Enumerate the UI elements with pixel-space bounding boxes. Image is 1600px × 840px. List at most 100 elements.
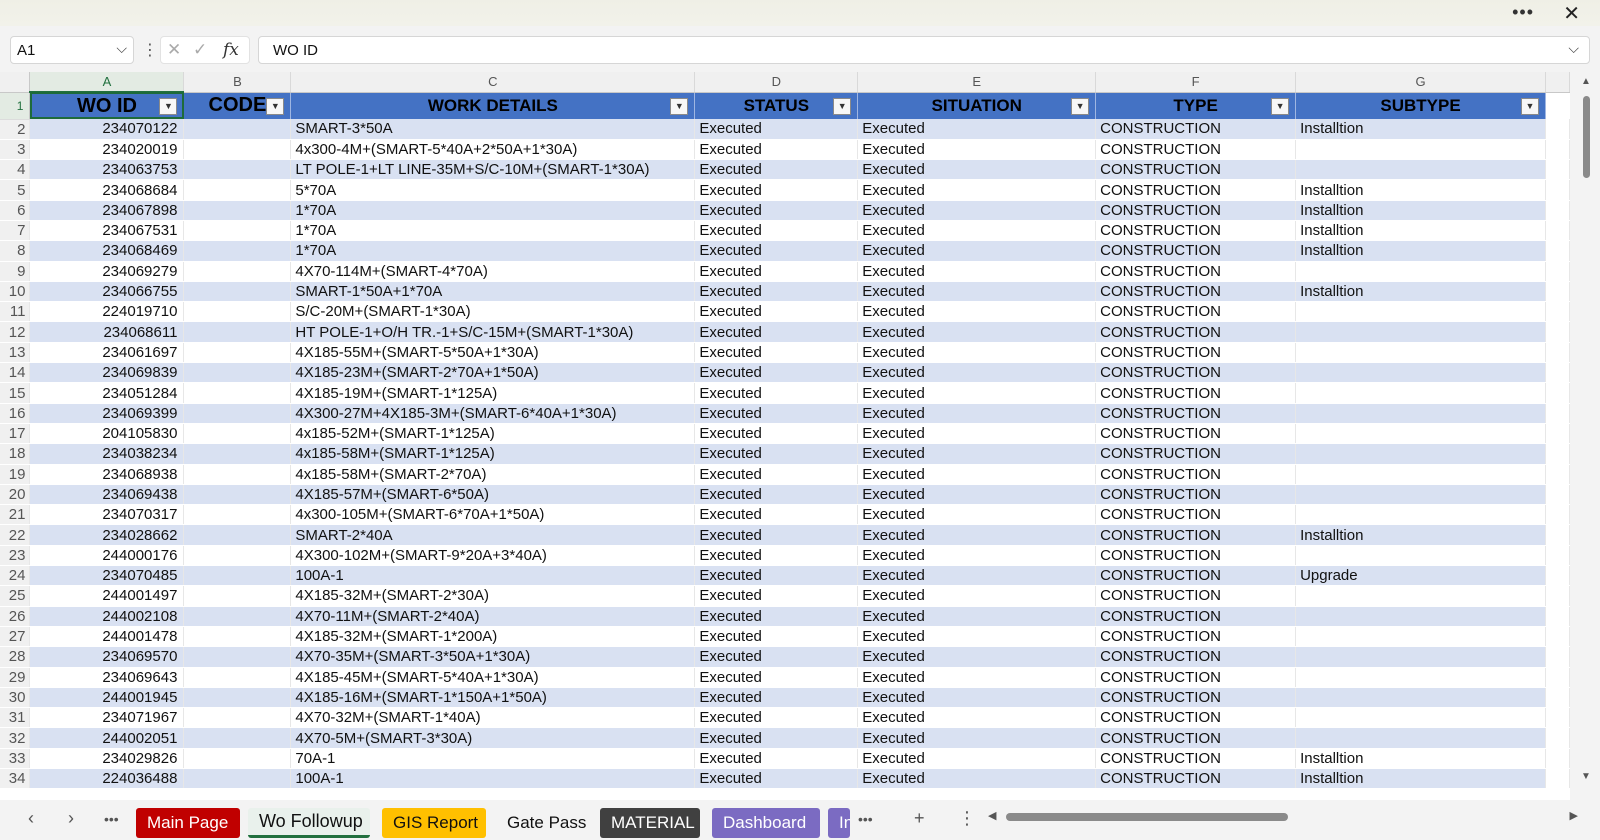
cell-code[interactable] [183,382,292,404]
cell-code[interactable] [183,139,292,161]
cell-subtype[interactable] [1295,261,1546,282]
cell-subtype[interactable] [1295,504,1546,526]
row-number[interactable]: 24 [0,565,31,587]
cell-wo[interactable]: 204105830 [29,423,185,445]
cell-code[interactable] [183,667,292,688]
cell-situation[interactable]: Executed [857,748,1097,770]
row-number[interactable]: 4 [0,159,31,181]
cell-wo[interactable]: 234063753 [29,159,185,181]
empty-cell[interactable] [1545,707,1570,729]
empty-cell[interactable] [1545,687,1570,709]
filter-dropdown-icon[interactable]: ▼ [159,98,178,115]
sheet-tab-gis-report[interactable]: GIS Report [382,808,486,838]
cell-status[interactable]: Executed [694,261,859,282]
cell-subtype[interactable] [1295,626,1546,648]
cell-code[interactable] [183,159,292,181]
cell-subtype[interactable] [1295,159,1546,181]
cell-type[interactable]: CONSTRUCTION [1095,687,1297,709]
cell-wo[interactable]: 234067898 [29,200,185,221]
cell-status[interactable]: Executed [694,119,859,140]
row-number[interactable]: 9 [0,261,31,282]
cell-wo[interactable]: 234069570 [29,646,185,668]
cell-status[interactable]: Executed [694,321,859,343]
cell-status[interactable]: Executed [694,524,859,546]
cell-details[interactable]: 4x300-4M+(SMART-5*40A+2*50A+1*30A) [290,139,696,161]
header-cell-subtype[interactable]: SUBTYPE ▼ [1295,92,1546,119]
cell-type[interactable]: CONSTRUCTION [1095,119,1297,140]
cell-wo[interactable]: 234028662 [29,524,185,546]
cell-code[interactable] [183,261,292,282]
cell-wo[interactable]: 234069839 [29,362,185,384]
cell-situation[interactable]: Executed [857,301,1097,323]
row-number[interactable]: 13 [0,342,31,364]
cell-wo[interactable]: 234038234 [29,443,185,465]
cell-details[interactable]: 4X185-45M+(SMART-5*40A+1*30A) [290,667,696,688]
cell-wo[interactable]: 244001478 [29,626,185,648]
cell-type[interactable]: CONSTRUCTION [1095,240,1297,262]
empty-cell[interactable] [1545,301,1570,323]
cell-wo[interactable]: 234070485 [29,565,185,587]
cell-subtype[interactable] [1295,687,1546,709]
row-number[interactable]: 19 [0,464,31,485]
cell-wo[interactable]: 244002108 [29,606,185,627]
cell-code[interactable] [183,545,292,567]
cell-type[interactable]: CONSTRUCTION [1095,200,1297,221]
cell-subtype[interactable] [1295,423,1546,445]
cell-status[interactable]: Executed [694,585,859,607]
cell-type[interactable]: CONSTRUCTION [1095,707,1297,729]
cell-details[interactable]: 4X185-32M+(SMART-2*30A) [290,585,696,607]
cell-subtype[interactable] [1295,301,1546,323]
cell-type[interactable]: CONSTRUCTION [1095,626,1297,648]
row-number[interactable]: 26 [0,606,31,627]
cell-details[interactable]: 100A-1 [290,768,696,790]
cell-details[interactable]: S/C-20M+(SMART-1*30A) [290,301,696,323]
row-number[interactable]: 20 [0,484,31,506]
empty-cell[interactable] [1545,524,1570,546]
header-cell-situation[interactable]: SITUATION ▼ [857,92,1097,119]
row-number[interactable]: 22 [0,524,31,546]
row-number[interactable]: 2 [0,119,31,140]
cell-subtype[interactable]: Installtion [1295,748,1546,770]
cell-type[interactable]: CONSTRUCTION [1095,443,1297,465]
cell-details[interactable]: 5*70A [290,179,696,201]
cell-situation[interactable]: Executed [857,727,1097,749]
header-cell-code[interactable]: CODE ▼ [183,92,292,119]
sheet-tab-wo-followup[interactable]: Wo Followup [248,808,370,838]
cell-code[interactable] [183,585,292,607]
cell-status[interactable]: Executed [694,362,859,384]
cell-wo[interactable]: 224036488 [29,768,185,790]
empty-cell[interactable] [1545,281,1570,303]
chevron-down-icon[interactable]: ⌵ [116,40,127,57]
row-number[interactable]: 6 [0,200,31,221]
row-number[interactable]: 17 [0,423,31,445]
empty-cell[interactable] [1545,261,1570,282]
row-number[interactable]: 34 [0,768,31,790]
horizontal-scroll-thumb[interactable] [1006,813,1288,821]
filter-dropdown-icon[interactable]: ▼ [833,97,852,115]
cell-subtype[interactable] [1295,545,1546,567]
cell-wo[interactable]: 234068469 [29,240,185,262]
cell-wo[interactable]: 234067531 [29,220,185,242]
cell-details[interactable]: SMART-2*40A [290,524,696,546]
cell-type[interactable]: CONSTRUCTION [1095,727,1297,749]
cell-status[interactable]: Executed [694,281,859,303]
row-number[interactable]: 27 [0,626,31,648]
cell-code[interactable] [183,362,292,384]
empty-cell[interactable] [1545,139,1570,161]
scroll-down-icon[interactable]: ▼ [1581,771,1591,782]
filter-dropdown-icon[interactable]: ▼ [1271,97,1290,115]
cell-status[interactable]: Executed [694,240,859,262]
add-sheet-icon[interactable]: + [914,808,925,829]
sheet-tab-gate-pass[interactable]: Gate Pass [496,808,590,838]
cell-situation[interactable]: Executed [857,646,1097,668]
cell-details[interactable]: 4X70-11M+(SMART-2*40A) [290,606,696,627]
cell-subtype[interactable]: Upgrade [1295,565,1546,587]
cell-type[interactable]: CONSTRUCTION [1095,342,1297,364]
row-number[interactable]: 7 [0,220,31,242]
cell-type[interactable]: CONSTRUCTION [1095,220,1297,242]
cell-code[interactable] [183,484,292,506]
cell-type[interactable]: CONSTRUCTION [1095,321,1297,343]
cell-status[interactable]: Executed [694,504,859,526]
cell-code[interactable] [183,768,292,790]
close-icon[interactable]: ✕ [1563,1,1580,26]
